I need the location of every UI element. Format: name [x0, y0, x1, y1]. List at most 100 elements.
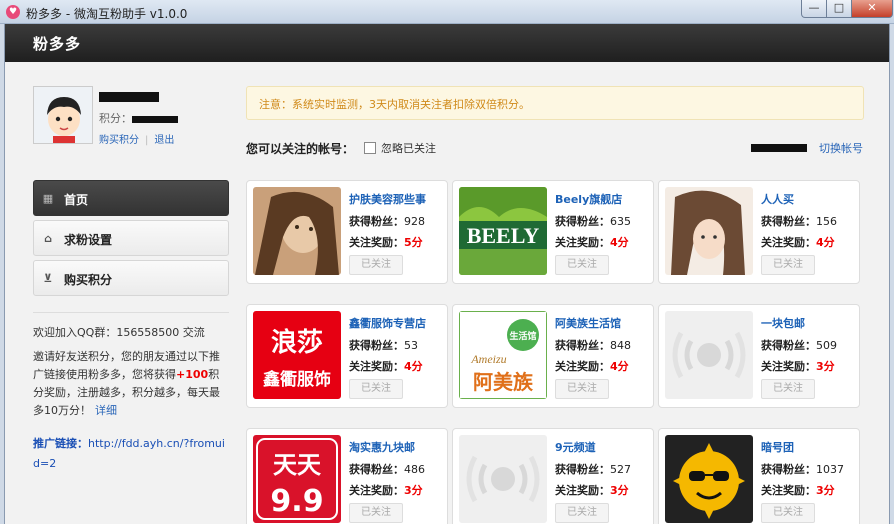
fans-row: 获得粉丝：53	[349, 337, 418, 353]
reward-row: 关注奖励：3分	[555, 482, 629, 498]
maximize-button[interactable]: □	[826, 0, 852, 18]
follow-title: 您可以关注的帐号：	[246, 142, 355, 156]
nav-item-label: 求粉设置	[64, 233, 113, 247]
window-title: 粉多多 - 微淘互粉助手 v1.0.0	[26, 7, 188, 21]
reward-points: 3分	[404, 484, 423, 497]
followed-button[interactable]: 已关注	[761, 379, 815, 399]
account-thumbnail[interactable]	[253, 187, 341, 275]
reward-row: 关注奖励：4分	[555, 358, 629, 374]
reward-row: 关注奖励：3分	[761, 482, 835, 498]
account-thumbnail[interactable]	[665, 311, 753, 399]
fans-count: 486	[404, 463, 425, 476]
account-thumbnail[interactable]: 天天 9.9	[253, 435, 341, 523]
followed-button[interactable]: 已关注	[761, 503, 815, 523]
points-row: 积分：	[99, 110, 178, 126]
account-thumbnail[interactable]: BEELY	[459, 187, 547, 275]
shenghuo-logo-text: 生活馆	[509, 330, 536, 342]
buy-points-link[interactable]: 购买积分	[99, 135, 139, 146]
nav-item-fan-settings[interactable]: ⌂ 求粉设置	[33, 220, 229, 256]
fans-count: 848	[610, 339, 631, 352]
fans-count: 1037	[816, 463, 844, 476]
account-name[interactable]: 一块包邮	[761, 315, 805, 331]
fans-row: 获得粉丝：486	[349, 461, 425, 477]
ameizu-logo-icon: 生活馆 Ameizu 阿美族	[459, 311, 547, 399]
ameizu-logo-en: Ameizu	[470, 352, 506, 366]
account-thumbnail[interactable]	[665, 187, 753, 275]
reward-row: 关注奖励：4分	[761, 234, 835, 250]
fans-label: 获得粉丝：	[555, 463, 610, 476]
beely-logo-icon: BEELY	[459, 187, 547, 275]
account-thumbnail[interactable]: 生活馆 Ameizu 阿美族	[459, 311, 547, 399]
grid-icon: ▦	[42, 192, 54, 205]
account-name[interactable]: 淘实惠九块邮	[349, 439, 415, 455]
account-card: 9元频道 获得粉丝：527 关注奖励：3分 已关注	[452, 428, 654, 524]
account-thumbnail[interactable]	[459, 435, 547, 523]
tiantian-logo-text: 天天	[273, 451, 321, 479]
reward-points: 4分	[816, 236, 835, 249]
ignore-followed-checkbox[interactable]	[364, 142, 376, 154]
tiantian-logo-icon: 天天 9.9	[253, 435, 341, 523]
fans-label: 获得粉丝：	[761, 463, 816, 476]
ninenine-logo-text: 9.9	[270, 484, 323, 519]
fans-row: 获得粉丝：848	[555, 337, 631, 353]
reward-label: 关注奖励：	[349, 360, 404, 373]
nav-item-label: 首页	[64, 193, 89, 207]
fans-row: 获得粉丝：928	[349, 213, 425, 229]
reward-label: 关注奖励：	[555, 236, 610, 249]
reward-points: 5分	[404, 236, 423, 249]
followed-button[interactable]: 已关注	[349, 379, 403, 399]
divider	[33, 312, 229, 313]
user-links: 购买积分 | 退出	[99, 131, 174, 146]
avatar	[33, 86, 93, 144]
account-card: 一块包邮 获得粉丝：509 关注奖励：3分 已关注	[658, 304, 860, 408]
close-button[interactable]: ✕	[851, 0, 893, 18]
reward-points: 4分	[404, 360, 423, 373]
followed-button[interactable]: 已关注	[761, 255, 815, 275]
account-name[interactable]: 鑫衢服饰专营店	[349, 315, 426, 331]
followed-button[interactable]: 已关注	[349, 255, 403, 275]
fans-label: 获得粉丝：	[349, 215, 404, 228]
avatar-cartoon-icon	[34, 87, 92, 143]
switch-account-link[interactable]: 切换帐号	[819, 140, 863, 156]
invite-text: 邀请好友送积分，您的朋友通过以下推广链接使用粉多多，您将获得+100积分奖励，注…	[33, 348, 229, 420]
account-card: BEELY Beely旗舰店 获得粉丝：635 关注奖励：4分 已关注	[452, 180, 654, 284]
reward-row: 关注奖励：4分	[349, 358, 423, 374]
account-thumbnail[interactable]	[665, 435, 753, 523]
account-name[interactable]: 护肤美容那些事	[349, 191, 426, 207]
langsha-logo-icon: 浪莎 鑫衢服饰	[253, 311, 341, 399]
followed-button[interactable]: 已关注	[555, 379, 609, 399]
account-name[interactable]: 人人买	[761, 191, 794, 207]
followed-button[interactable]: 已关注	[349, 503, 403, 523]
account-name[interactable]: Beely旗舰店	[555, 191, 622, 207]
brand-title: 粉多多	[33, 35, 82, 53]
account-card: 人人买 获得粉丝：156 关注奖励：4分 已关注	[658, 180, 860, 284]
nav-item-buy-points[interactable]: ⊻ 购买积分	[33, 260, 229, 296]
nav-item-home[interactable]: ▦ 首页	[33, 180, 229, 216]
reward-label: 关注奖励：	[761, 360, 816, 373]
account-name[interactable]: 阿美族生活馆	[555, 315, 621, 331]
account-card: 暗号团 获得粉丝：1037 关注奖励：3分 已关注	[658, 428, 860, 524]
ignore-followed-label[interactable]: 忽略已关注	[381, 140, 436, 156]
account-name[interactable]: 暗号团	[761, 439, 794, 455]
reward-label: 关注奖励：	[349, 484, 404, 497]
fans-row: 获得粉丝：635	[555, 213, 631, 229]
portrait-photo-icon	[253, 187, 341, 275]
portrait-photo-icon	[665, 187, 753, 275]
sun-sunglasses-logo-icon	[665, 435, 753, 523]
followed-button[interactable]: 已关注	[555, 503, 609, 523]
fans-count: 928	[404, 215, 425, 228]
fans-label: 获得粉丝：	[761, 339, 816, 352]
points-value-redacted	[132, 115, 178, 123]
fans-count: 527	[610, 463, 631, 476]
promo-link[interactable]: 推广链接：http://fdd.ayh.cn/?fromuid=2	[33, 434, 229, 474]
nav-menu: ▦ 首页 ⌂ 求粉设置 ⊻ 购买积分	[33, 180, 229, 300]
followed-button[interactable]: 已关注	[555, 255, 609, 275]
placeholder-signal-icon	[665, 311, 753, 399]
details-link[interactable]: 详细	[95, 404, 117, 417]
follow-header: 您可以关注的帐号： 忽略已关注 切换帐号	[246, 140, 864, 160]
app-heart-icon: ♥	[6, 5, 20, 19]
logout-link[interactable]: 退出	[154, 135, 174, 146]
account-name[interactable]: 9元频道	[555, 439, 596, 455]
account-thumbnail[interactable]: 浪莎 鑫衢服饰	[253, 311, 341, 399]
minimize-button[interactable]: —	[801, 0, 827, 18]
